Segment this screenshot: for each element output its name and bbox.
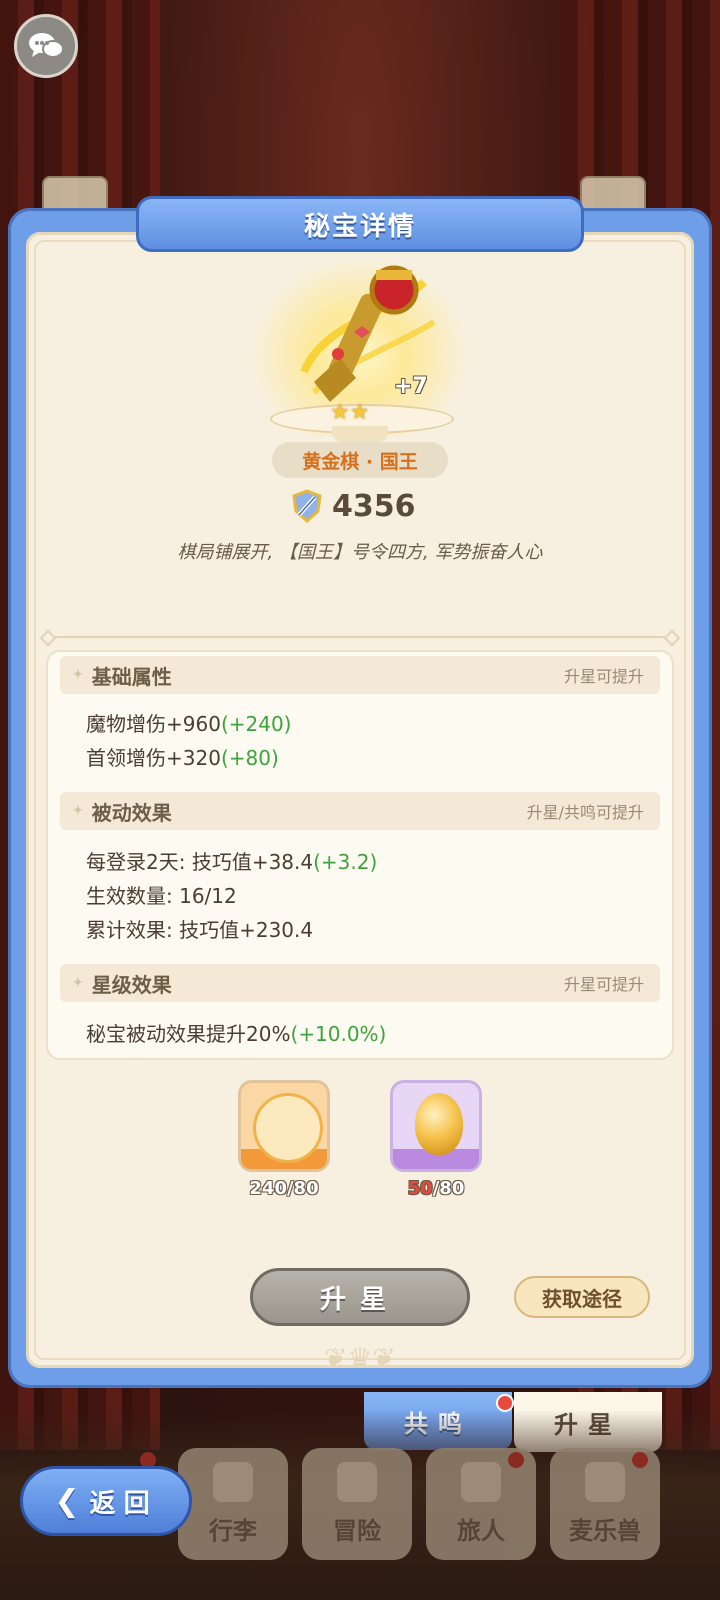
treasure-stars: ★★ [330, 400, 370, 425]
dialog-title: 秘宝详情 [136, 196, 584, 252]
passive-line: 每登录2天: 技巧值+38.4(+3.2) [86, 850, 378, 874]
traveler-icon [461, 1462, 501, 1502]
crossed-swords-icon [337, 1462, 377, 1502]
treasure-description: 棋局铺展开, 【国王】号令四方, 军势振奋人心 [177, 542, 543, 563]
material-golden-egg[interactable] [390, 1080, 482, 1172]
sparkle-icon: ✦ [72, 975, 84, 991]
sparkle-icon: ✦ [72, 667, 84, 683]
passive-line: 生效数量: 16/12 [86, 884, 237, 908]
passive-effect-hint: 升星/共鸣可提升 [526, 803, 644, 822]
chat-button[interactable] [14, 14, 78, 78]
chat-bubbles-icon [29, 33, 64, 58]
section-divider [50, 636, 670, 638]
treasure-level: +7 [394, 374, 428, 399]
material-scepter-shard[interactable] [238, 1080, 330, 1172]
upgrade-star-button[interactable]: 升星 [250, 1268, 470, 1326]
star-effect-hint: 升星可提升 [563, 975, 644, 994]
back-arrow-icon: ❮ [54, 1483, 80, 1519]
scepter-shard-icon [253, 1093, 323, 1163]
basic-attributes-hint: 升星可提升 [563, 667, 644, 686]
star-effect-title: 星级效果 [91, 972, 172, 997]
notification-dot [632, 1452, 648, 1468]
passive-line: 累计效果: 技巧值+230.4 [86, 918, 314, 942]
star-effect-header: ✦ 星级效果 升星可提升 [60, 964, 660, 1002]
chest-icon [213, 1462, 253, 1502]
material-count-2: 50/80 [407, 1178, 465, 1199]
star-effect-line: 秘宝被动效果提升20%(+10.0%) [86, 1022, 387, 1046]
attribute-line: 魔物增伤+960(+240) [86, 712, 292, 736]
nav-item-luggage[interactable]: 行李 [178, 1448, 288, 1560]
attributes-scroll-area[interactable]: ✦ 基础属性 升星可提升 魔物增伤+960(+240) 首领增伤+320(+80)… [46, 650, 674, 1060]
notification-dot [508, 1452, 524, 1468]
nav-item-adventure[interactable]: 冒险 [302, 1448, 412, 1560]
sword-shield-icon [292, 489, 322, 523]
sparkle-icon: ✦ [72, 803, 84, 819]
material-count-1: 240/80 [249, 1178, 319, 1199]
passive-effect-header: ✦ 被动效果 升星/共鸣可提升 [60, 792, 660, 830]
beast-icon [585, 1462, 625, 1502]
pedestal-stem [332, 426, 388, 442]
passive-effect-title: 被动效果 [91, 800, 172, 825]
power-display: 4356 [290, 486, 416, 526]
golden-egg-icon [415, 1093, 463, 1155]
attribute-line: 首领增伤+320(+80) [86, 746, 279, 770]
get-source-button[interactable]: 获取途径 [514, 1276, 650, 1318]
power-value: 4356 [332, 488, 416, 524]
back-label: 返回 [89, 1488, 158, 1519]
crown-crest-icon: ❦♛❦ [323, 1342, 397, 1375]
basic-attributes-header: ✦ 基础属性 升星可提升 [60, 656, 660, 694]
treasure-name: 黄金棋 · 国王 [272, 442, 448, 478]
basic-attributes-title: 基础属性 [91, 664, 172, 689]
back-button[interactable]: ❮ 返回 [20, 1466, 192, 1536]
